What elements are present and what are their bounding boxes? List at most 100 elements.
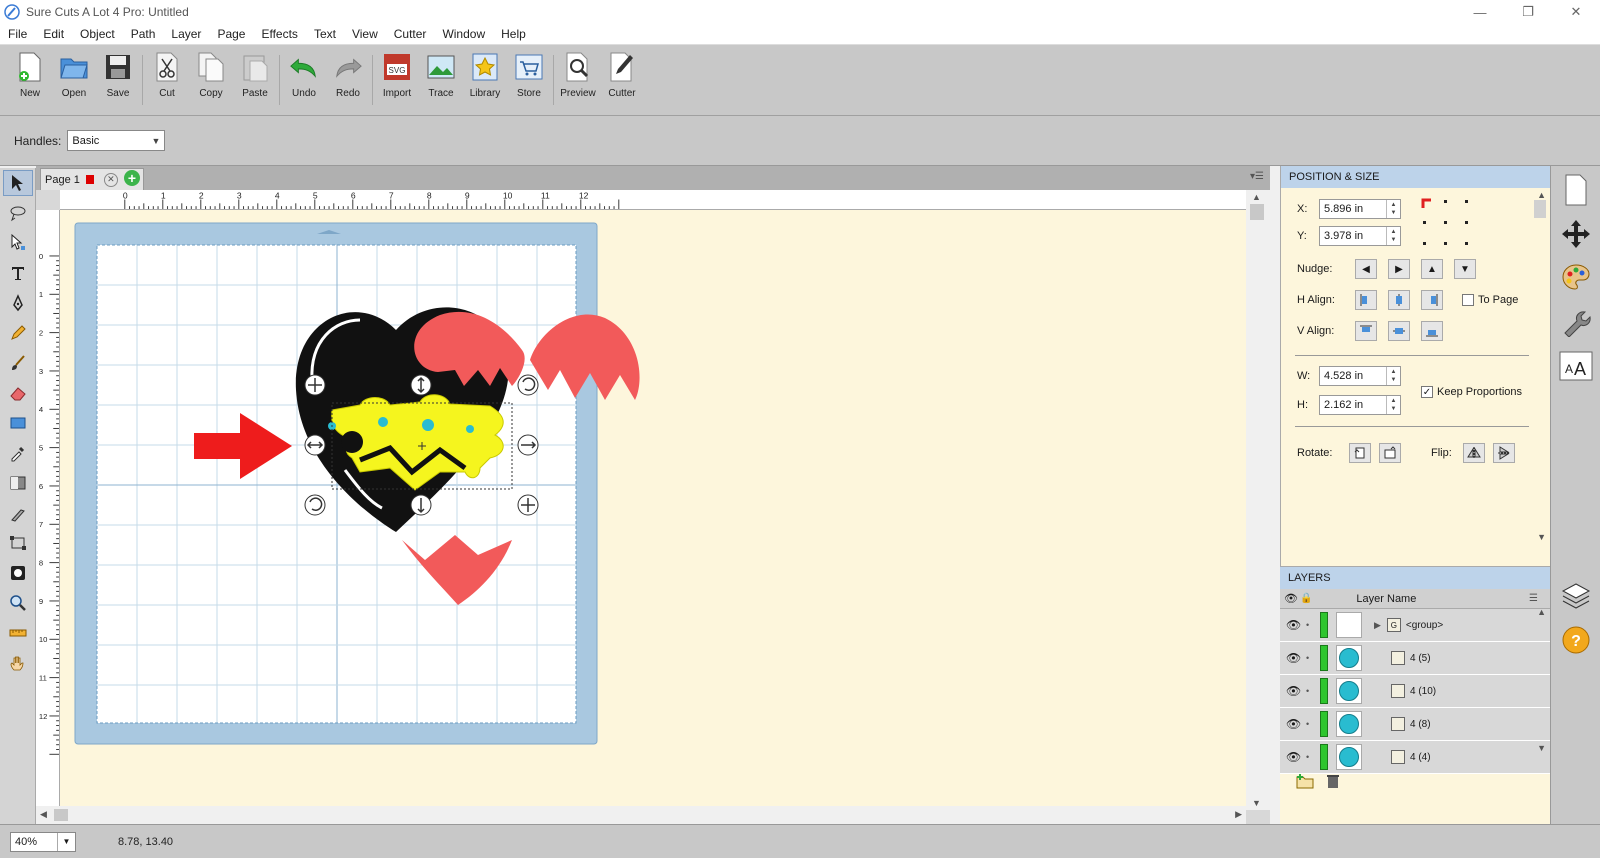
- color-panel-button[interactable]: [1556, 258, 1596, 298]
- menu-view[interactable]: View: [344, 24, 386, 45]
- cutter-button[interactable]: Cutter: [600, 51, 644, 111]
- open-button[interactable]: Open: [52, 51, 96, 111]
- visibility-eye-icon[interactable]: 👁: [1286, 750, 1306, 764]
- close-tab-icon[interactable]: ✕: [103, 172, 118, 187]
- align-center-h-button[interactable]: [1388, 290, 1410, 310]
- menu-object[interactable]: Object: [72, 24, 123, 45]
- copy-button[interactable]: Copy: [189, 51, 233, 111]
- menu-text[interactable]: Text: [306, 24, 344, 45]
- visibility-eye-icon[interactable]: 👁: [1286, 651, 1306, 665]
- resize-handle-right[interactable]: [517, 434, 539, 456]
- nudge-down-button[interactable]: ▼: [1454, 259, 1476, 279]
- pencil-tool[interactable]: [3, 320, 33, 346]
- flip-vertical-button[interactable]: [1493, 443, 1515, 463]
- layer-row[interactable]: 👁 • 4 (10): [1280, 675, 1550, 708]
- nudge-left-button[interactable]: ◀: [1355, 259, 1377, 279]
- menu-layer[interactable]: Layer: [163, 24, 209, 45]
- horizontal-scrollbar[interactable]: ◀ ▶: [36, 806, 1246, 824]
- layers-panel-button[interactable]: [1556, 576, 1596, 616]
- save-button[interactable]: Save: [96, 51, 140, 111]
- close-window-button[interactable]: ✕: [1552, 0, 1600, 24]
- rotate-handle-top-right[interactable]: [517, 374, 539, 396]
- expand-triangle-icon[interactable]: ▶: [1374, 620, 1381, 631]
- rectangle-tool[interactable]: [3, 410, 33, 436]
- redo-button[interactable]: Redo: [326, 51, 370, 111]
- minimize-button[interactable]: —: [1456, 0, 1504, 24]
- zoom-select[interactable]: 40% ▼: [10, 831, 76, 852]
- rotate-ccw-button[interactable]: [1349, 443, 1371, 463]
- visibility-eye-icon[interactable]: 👁: [1286, 684, 1306, 698]
- resize-handle-top[interactable]: [410, 374, 432, 396]
- menu-path[interactable]: Path: [123, 24, 164, 45]
- knife-tool[interactable]: [3, 500, 33, 526]
- reference-point-grid[interactable]: [1421, 198, 1473, 248]
- zoom-tool[interactable]: [3, 590, 33, 616]
- undo-button[interactable]: Undo: [282, 51, 326, 111]
- gradient-tool[interactable]: [3, 470, 33, 496]
- menu-help[interactable]: Help: [493, 24, 534, 45]
- layers-menu-icon[interactable]: ☰: [1529, 593, 1538, 604]
- document-panel-button[interactable]: [1556, 170, 1596, 210]
- menu-file[interactable]: File: [0, 24, 35, 45]
- store-button[interactable]: Store: [507, 51, 551, 111]
- vertical-scroll-thumb[interactable]: [1250, 204, 1264, 220]
- select-tool[interactable]: [3, 170, 33, 196]
- pan-tool[interactable]: [3, 650, 33, 676]
- layers-scroll-up-icon[interactable]: ▲: [1537, 607, 1546, 617]
- align-right-button[interactable]: [1421, 290, 1443, 310]
- layer-row[interactable]: 👁 • 4 (4): [1280, 741, 1550, 774]
- resize-handle-left[interactable]: [304, 434, 326, 456]
- trace-button[interactable]: Trace: [419, 51, 463, 111]
- shape-path-tool[interactable]: [3, 530, 33, 556]
- width-stepper[interactable]: ▲ ▼: [1386, 367, 1400, 385]
- lasso-tool[interactable]: [3, 200, 33, 226]
- library-button[interactable]: Library: [463, 51, 507, 111]
- x-stepper[interactable]: ▲ ▼: [1386, 200, 1400, 218]
- menu-effects[interactable]: Effects: [253, 24, 305, 45]
- scroll-left-icon[interactable]: ◀: [40, 809, 47, 820]
- lock-toggle[interactable]: •: [1306, 686, 1316, 696]
- align-bottom-button[interactable]: [1421, 321, 1443, 341]
- vertical-scrollbar[interactable]: ▲ ▼: [1246, 190, 1270, 810]
- brush-tool[interactable]: [3, 350, 33, 376]
- new-layer-button[interactable]: [1296, 773, 1314, 792]
- panel-scroll-thumb[interactable]: [1534, 200, 1546, 218]
- keep-proportions-checkbox[interactable]: ✓: [1421, 386, 1433, 398]
- lock-toggle[interactable]: •: [1306, 620, 1316, 630]
- menu-cutter[interactable]: Cutter: [386, 24, 435, 45]
- height-stepper[interactable]: ▲ ▼: [1386, 396, 1400, 414]
- panel-scroll-up-icon[interactable]: ▲: [1537, 190, 1546, 200]
- rotate-cw-button[interactable]: [1379, 443, 1401, 463]
- layers-scroll-down-icon[interactable]: ▼: [1537, 743, 1546, 753]
- resize-handle-bottom[interactable]: [410, 494, 432, 516]
- text-panel-button[interactable]: AA: [1556, 346, 1596, 386]
- x-input[interactable]: 5.896 in ▲ ▼: [1319, 199, 1401, 219]
- tab-menu-icon[interactable]: ▾☰: [1250, 171, 1264, 182]
- design-canvas[interactable]: [60, 210, 1246, 806]
- lock-toggle[interactable]: •: [1306, 752, 1316, 762]
- move-handle-top-left[interactable]: [304, 374, 326, 396]
- scroll-down-icon[interactable]: ▼: [1252, 798, 1261, 808]
- scroll-up-icon[interactable]: ▲: [1252, 192, 1261, 202]
- horizontal-scroll-thumb[interactable]: [54, 809, 68, 821]
- y-stepper[interactable]: ▲ ▼: [1386, 227, 1400, 245]
- import-button[interactable]: SVG Import: [375, 51, 419, 111]
- menu-page[interactable]: Page: [209, 24, 253, 45]
- flip-horizontal-button[interactable]: [1463, 443, 1485, 463]
- nudge-right-button[interactable]: ▶: [1388, 259, 1410, 279]
- new-button[interactable]: New: [8, 51, 52, 111]
- pen-tool[interactable]: [3, 290, 33, 316]
- visibility-eye-icon[interactable]: 👁: [1286, 618, 1306, 632]
- scroll-right-icon[interactable]: ▶: [1235, 809, 1242, 820]
- preview-button[interactable]: Preview: [556, 51, 600, 111]
- lock-toggle[interactable]: •: [1306, 719, 1316, 729]
- align-top-button[interactable]: [1355, 321, 1377, 341]
- resize-handle-bottom-right[interactable]: [517, 494, 539, 516]
- text-tool[interactable]: [3, 260, 33, 286]
- weld-tool[interactable]: [3, 560, 33, 586]
- delete-layer-button[interactable]: [1326, 773, 1340, 792]
- height-input[interactable]: 2.162 in ▲ ▼: [1319, 395, 1401, 415]
- layer-row[interactable]: 👁 • 4 (8): [1280, 708, 1550, 741]
- cut-button[interactable]: Cut: [145, 51, 189, 111]
- panel-scroll-down-icon[interactable]: ▼: [1537, 532, 1546, 542]
